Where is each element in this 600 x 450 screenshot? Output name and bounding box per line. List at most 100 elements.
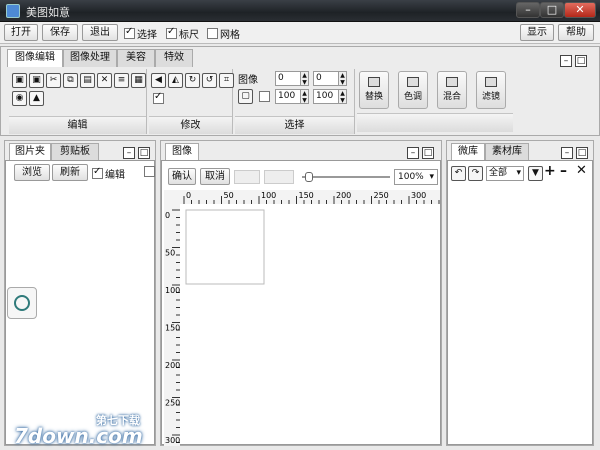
tone-label: 色调 — [403, 92, 422, 102]
minimize-icon[interactable]: – — [123, 147, 135, 159]
extra-checkbox[interactable] — [144, 166, 155, 177]
restore-icon[interactable]: □ — [576, 147, 588, 159]
tab-picture-folder[interactable]: 图片夹 — [9, 143, 51, 161]
vruler-label: 100 — [165, 286, 180, 295]
blend-icon — [446, 77, 458, 87]
filter-icon[interactable]: ▼ — [528, 166, 543, 181]
select-toggle[interactable]: 选择 — [124, 26, 157, 41]
confirm-button[interactable]: 确认 — [168, 168, 196, 185]
camera-icon[interactable]: ◉ — [12, 91, 27, 106]
replace-label: 替换 — [364, 92, 383, 102]
save-image-icon[interactable]: ▣ — [29, 73, 44, 88]
ruler-toggle[interactable]: 标尺 — [166, 26, 199, 41]
flip-icon[interactable]: ◭ — [168, 73, 183, 88]
select-checkbox[interactable] — [124, 26, 135, 39]
toolbox: 图像编辑 图像处理 美容 特效 – □ ▣ ▣ ✂ ⧉ ▤ ✕ ≡ ▦ ◉ ▲ … — [0, 46, 600, 136]
redo-button[interactable] — [264, 170, 294, 184]
select-group-label: 选择 — [235, 116, 354, 134]
x-spinner[interactable]: ▲ ▼ — [300, 71, 309, 86]
chevron-down-icon: ▾ — [429, 172, 434, 182]
flip-left-icon[interactable]: ◀ — [151, 73, 166, 88]
undo-button[interactable] — [234, 170, 260, 184]
forward-icon[interactable]: ↷ — [468, 166, 483, 181]
maximize-button[interactable]: □ — [540, 2, 564, 18]
edit-checkbox[interactable] — [92, 166, 103, 179]
modify-checkbox[interactable] — [153, 91, 164, 104]
circle-tool[interactable] — [7, 287, 37, 319]
image-canvas[interactable] — [185, 209, 265, 285]
select-label: 选择 — [137, 30, 157, 41]
back-icon[interactable]: ↶ — [451, 166, 466, 181]
crop-icon[interactable]: ⌗ — [219, 73, 234, 88]
replace-button[interactable]: 替换 — [359, 71, 389, 109]
refresh-button[interactable]: 刷新 — [52, 164, 88, 181]
minimize-icon[interactable]: – — [407, 147, 419, 159]
menu-bar: 打开 保存 退出 选择 标尺 网格 显示 帮助 — [0, 22, 600, 44]
tab-image-edit[interactable]: 图像编辑 — [7, 49, 63, 67]
delete-icon[interactable]: ✕ — [97, 73, 112, 88]
picture-icon[interactable]: ▲ — [29, 91, 44, 106]
open-button[interactable]: 打开 — [4, 24, 38, 41]
close-button[interactable]: ✕ — [564, 2, 596, 18]
help-button[interactable]: 帮助 — [558, 24, 594, 41]
tone-button[interactable]: 色调 — [398, 71, 428, 109]
ruler-checkbox[interactable] — [166, 26, 177, 39]
tab-image[interactable]: 图像 — [165, 143, 199, 161]
watermark: 第七下载 7down.com — [10, 410, 160, 448]
delete-icon[interactable]: ✕ — [576, 163, 587, 178]
blend-button[interactable]: 混合 — [437, 71, 467, 109]
category-select[interactable]: 全部 ▾ — [486, 166, 524, 181]
zoom-slider-handle[interactable] — [305, 172, 313, 182]
height-spinner[interactable]: ▲ ▼ — [338, 89, 347, 104]
tab-effects[interactable]: 特效 — [155, 49, 193, 67]
center-panel: 图像 – □ 确认 取消 100% ▾ 0 50 100 150 200 250 300 0 50… — [160, 140, 442, 446]
remove-icon[interactable]: – — [560, 163, 567, 179]
restore-icon[interactable]: □ — [422, 147, 434, 159]
title-bar: 美图如意 – □ ✕ — [0, 0, 600, 22]
rotate-left-icon[interactable]: ↺ — [202, 73, 217, 88]
y-spinner[interactable]: ▲ ▼ — [338, 71, 347, 86]
tab-material-library[interactable]: 素材库 — [485, 143, 529, 161]
circle-icon — [14, 295, 30, 311]
exit-button[interactable]: 退出 — [82, 24, 118, 41]
grid-toggle[interactable]: 网格 — [207, 26, 240, 41]
vruler-label: 50 — [165, 249, 175, 258]
window-title: 美图如意 — [26, 6, 70, 19]
minimize-button[interactable]: – — [516, 2, 540, 18]
filter-button[interactable]: 滤镜 — [476, 71, 506, 109]
vruler-label: 0 — [165, 211, 170, 220]
open-image-icon[interactable]: ▣ — [12, 73, 27, 88]
lock-ratio-checkbox[interactable] — [259, 91, 270, 102]
browse-button[interactable]: 浏览 — [14, 164, 50, 181]
grid-icon[interactable]: ▦ — [131, 73, 146, 88]
cancel-button[interactable]: 取消 — [200, 168, 230, 185]
display-button[interactable]: 显示 — [520, 24, 554, 41]
tab-micro-library[interactable]: 微库 — [451, 143, 485, 161]
restore-icon[interactable]: □ — [575, 55, 587, 67]
watermark-en: 7down.com — [14, 424, 143, 448]
tab-image-process[interactable]: 图像处理 — [63, 49, 117, 67]
rotate-right-icon[interactable]: ↻ — [185, 73, 200, 88]
minimize-icon[interactable]: – — [560, 55, 572, 67]
minimize-icon[interactable]: – — [561, 147, 573, 159]
zoom-slider-track[interactable] — [302, 176, 390, 178]
zoom-select[interactable]: 100% ▾ — [394, 169, 438, 185]
copy-icon[interactable]: ⧉ — [63, 73, 78, 88]
edit-toggle[interactable]: 编辑 — [92, 166, 125, 181]
restore-icon[interactable]: □ — [138, 147, 150, 159]
cut-icon[interactable]: ✂ — [46, 73, 61, 88]
hruler-label: 0 — [186, 191, 191, 200]
tab-beauty[interactable]: 美容 — [117, 49, 155, 67]
add-icon[interactable]: + — [544, 163, 556, 179]
filter-icon — [485, 77, 497, 87]
paste-icon[interactable]: ▤ — [80, 73, 95, 88]
vruler-label: 300 — [165, 436, 180, 445]
grid-checkbox[interactable] — [207, 28, 218, 39]
save-button[interactable]: 保存 — [42, 24, 78, 41]
vertical-ruler — [164, 190, 180, 446]
list-icon[interactable]: ≡ — [114, 73, 129, 88]
app-icon — [6, 4, 20, 18]
tab-clipboard[interactable]: 剪贴板 — [51, 143, 99, 161]
selection-icon[interactable]: ▢ — [238, 89, 253, 104]
width-spinner[interactable]: ▲ ▼ — [300, 89, 309, 104]
